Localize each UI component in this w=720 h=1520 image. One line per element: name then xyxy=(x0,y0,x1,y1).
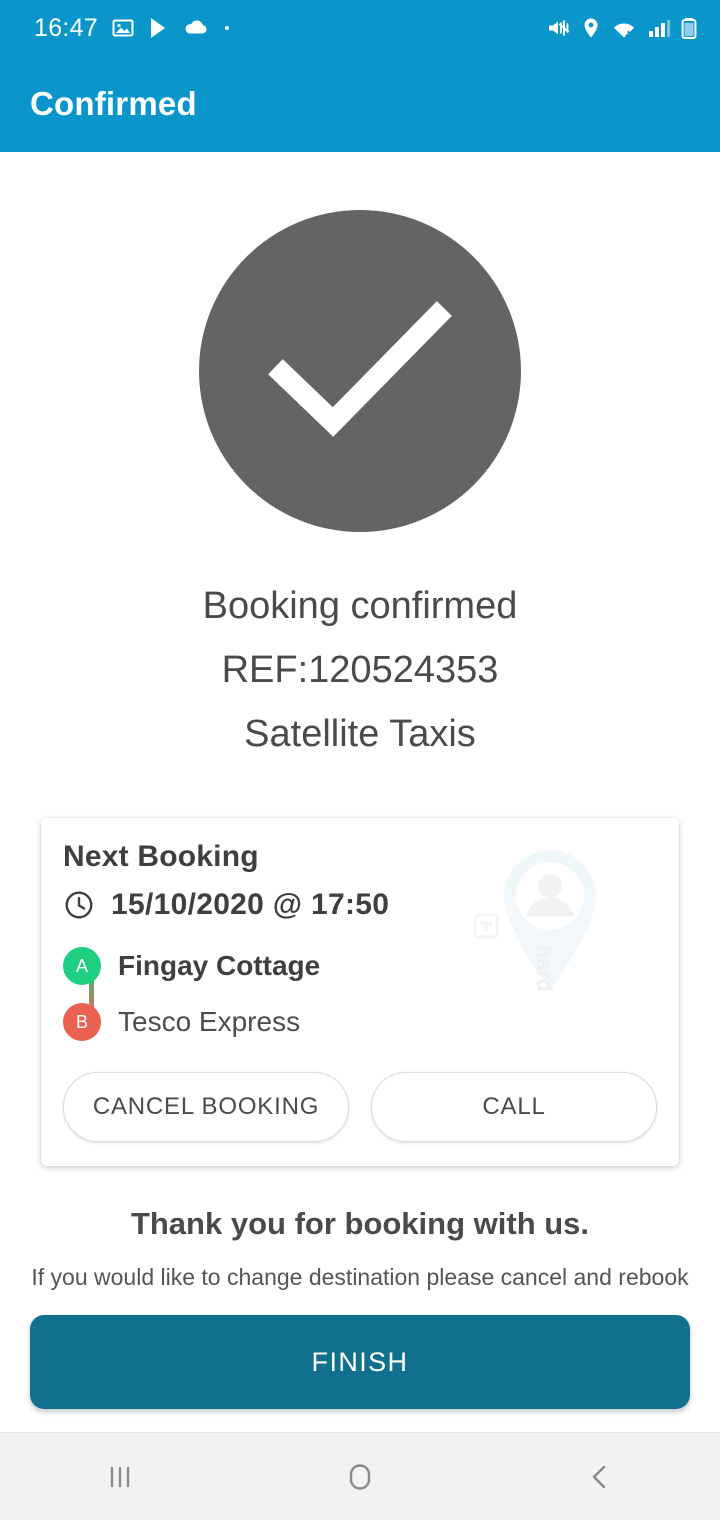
main-content: Booking confirmed REF:120524353 Satellit… xyxy=(0,152,720,1432)
card-title: Next Booking xyxy=(63,840,259,873)
recents-button[interactable] xyxy=(60,1433,180,1520)
play-store-icon xyxy=(151,18,166,38)
location-icon xyxy=(584,18,598,38)
booking-reference: REF:120524353 xyxy=(221,649,499,691)
status-bar-clock: 16:47 xyxy=(34,13,99,42)
cloud-icon xyxy=(185,20,207,34)
phone-screen: 16:47 Confirmed Booking confirmed REF:12… xyxy=(0,0,720,1520)
finish-button-wrap: FINISH xyxy=(30,1315,690,1409)
signal-icon xyxy=(649,20,671,37)
check-circle-icon xyxy=(199,210,521,532)
confirmation-line-1: Booking confirmed xyxy=(202,585,518,627)
image-icon xyxy=(112,19,134,37)
rebook-note: If you would like to change destination … xyxy=(31,1264,689,1290)
cancel-booking-button[interactable]: CANCEL BOOKING xyxy=(63,1072,349,1142)
wifi-icon xyxy=(613,23,636,39)
thank-you-message: Thank you for booking with us. xyxy=(130,1206,590,1241)
home-button[interactable] xyxy=(300,1433,420,1520)
pickup-stop: A Fingay Cottage xyxy=(63,938,657,994)
android-nav-bar xyxy=(0,1432,720,1520)
dropoff-stop: B Tesco Express xyxy=(63,994,657,1050)
card-action-buttons: CANCEL BOOKING CALL xyxy=(63,1072,657,1142)
route-stops: A Fingay Cottage B Tesco Express xyxy=(63,938,657,1050)
status-bar: 16:47 xyxy=(0,0,720,56)
call-button[interactable]: CALL xyxy=(371,1072,657,1142)
pickup-name: Fingay Cottage xyxy=(118,950,321,981)
booking-datetime: 15/10/2020 @ 17:50 xyxy=(111,888,390,921)
app-bar: Confirmed xyxy=(0,56,720,152)
back-button[interactable] xyxy=(540,1433,660,1520)
battery-icon xyxy=(681,18,697,39)
finish-button[interactable]: FINISH xyxy=(30,1315,690,1409)
dropoff-name: Tesco Express xyxy=(118,1006,301,1037)
status-bar-right xyxy=(546,16,698,40)
status-bar-left: 16:47 xyxy=(34,14,232,43)
company-name: Satellite Taxis xyxy=(244,713,476,755)
home-icon xyxy=(349,1463,371,1490)
booking-datetime-row: 15/10/2020 @ 17:50 xyxy=(63,888,657,922)
recents-icon xyxy=(110,1466,130,1487)
mute-vibrate-icon xyxy=(549,20,569,36)
confirmation-text: Booking confirmed REF:120524353 Satellit… xyxy=(203,574,518,766)
dot-icon xyxy=(225,26,230,30)
clock-icon xyxy=(65,891,93,919)
checkmark-glyph xyxy=(268,301,452,437)
pickup-marker-a: A xyxy=(63,947,101,985)
next-booking-card: hard Next Booking 15/10/2020 @ 17:50 A F… xyxy=(41,818,679,1166)
dropoff-marker-b: B xyxy=(63,1003,101,1041)
page-title: Confirmed xyxy=(30,85,197,122)
back-icon xyxy=(592,1465,606,1488)
